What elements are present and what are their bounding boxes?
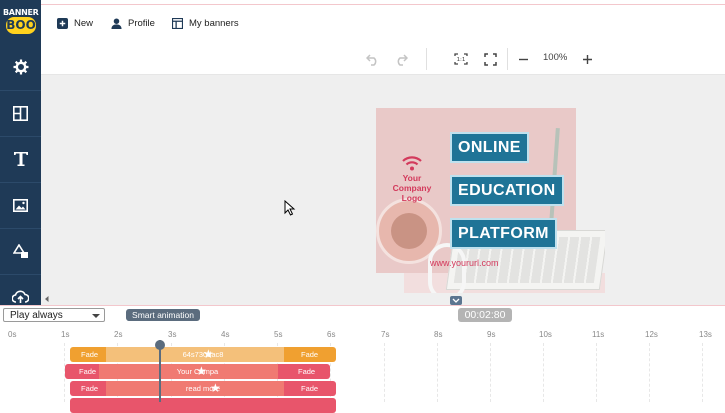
ruler-tick: 8s	[434, 330, 443, 339]
nav-new-button[interactable]: New	[57, 16, 93, 30]
shapes-icon	[12, 243, 28, 258]
actual-size-button[interactable]: 1:1	[453, 51, 469, 67]
undo-icon	[366, 54, 377, 66]
ruler-tick: 13s	[699, 330, 712, 339]
fade-out-label: Fade	[301, 384, 319, 393]
track-bar[interactable]: Fade 64s730dac8 ★ Fade	[70, 347, 336, 362]
plus-icon	[582, 54, 592, 64]
toolbar-divider	[507, 48, 508, 70]
collapse-timeline-button[interactable]	[450, 296, 462, 305]
undo-button[interactable]	[365, 51, 381, 67]
layout-icon	[172, 17, 183, 29]
headline-online[interactable]: ONLINE	[450, 132, 529, 163]
nav-my-banners-label: My banners	[189, 17, 239, 29]
chevron-down-icon	[92, 314, 100, 318]
top-bar	[0, 0, 725, 45]
ruler-tick: 0s	[8, 330, 17, 339]
canvas-scrollbar[interactable]	[41, 292, 725, 305]
svg-text:1:1: 1:1	[457, 57, 466, 63]
ruler-tick: 9s	[487, 330, 496, 339]
ruler-tick: 5s	[274, 330, 283, 339]
sidebar-item-images[interactable]	[0, 182, 41, 229]
sidebar-item-layouts[interactable]	[0, 90, 41, 137]
ruler-tick: 7s	[381, 330, 390, 339]
logo-text-bottom: BOO	[6, 17, 36, 34]
minus-icon	[518, 58, 528, 60]
grid-icon	[13, 105, 28, 121]
fullscreen-icon	[483, 52, 497, 66]
gear-icon	[13, 59, 28, 75]
cloud-upload-icon	[12, 290, 29, 303]
timeline-tracks: Fade 64s730dac8 ★ Fade Fade Your Compa ★…	[0, 343, 725, 413]
logo-text-top: BANNER	[3, 8, 39, 17]
redo-button[interactable]	[393, 51, 409, 67]
sidebar-item-text[interactable]	[0, 136, 41, 183]
ruler-tick: 3s	[168, 330, 177, 339]
one-to-one-icon: 1:1	[454, 53, 468, 65]
text-icon	[13, 152, 28, 166]
logo-line-2: Company	[392, 183, 432, 193]
redo-icon	[397, 54, 408, 66]
toolbar-divider	[426, 48, 427, 70]
playhead-handle[interactable]	[155, 340, 165, 350]
nav-new-label: New	[74, 17, 94, 29]
fade-out-label: Fade	[298, 367, 316, 376]
image-icon	[13, 198, 28, 212]
nav-my-banners-button[interactable]: My banners	[172, 16, 239, 30]
chevron-down-icon	[452, 298, 460, 303]
ruler-tick: 10s	[539, 330, 552, 339]
ruler-tick: 6s	[327, 330, 336, 339]
sidebar-item-shapes[interactable]	[0, 228, 41, 275]
zoom-level: 100%	[543, 52, 568, 63]
plus-square-icon	[57, 17, 68, 29]
sidebar-item-settings[interactable]	[0, 44, 41, 91]
headline-education[interactable]: EDUCATION	[450, 175, 564, 206]
play-mode-value: Play always	[10, 310, 63, 321]
ruler-tick: 2s	[114, 330, 123, 339]
mouse-cursor-icon	[284, 200, 296, 216]
timeline-controls	[0, 305, 725, 328]
scroll-left-icon	[45, 296, 49, 302]
ruler-tick: 1s	[61, 330, 70, 339]
banner-url[interactable]: www.yoururl.com	[430, 258, 499, 268]
wifi-icon	[402, 156, 422, 171]
fade-out-label: Fade	[301, 350, 319, 359]
track-bar[interactable]: Fade read more ★ Fade	[70, 381, 336, 396]
play-mode-select[interactable]: Play always	[3, 308, 105, 322]
top-divider	[41, 4, 725, 5]
headphones-image	[428, 243, 466, 293]
fit-screen-button[interactable]	[482, 51, 498, 67]
nav-profile-label: Profile	[128, 17, 155, 29]
smart-animation-button[interactable]: Smart animation	[126, 309, 200, 321]
star-icon[interactable]: ★	[203, 348, 214, 361]
track-bar[interactable]	[70, 398, 336, 413]
headline-platform[interactable]: PLATFORM	[450, 218, 557, 249]
app-logo[interactable]: BANNER BOO	[0, 0, 41, 44]
ruler-tick: 4s	[221, 330, 230, 339]
ruler-tick: 12s	[645, 330, 658, 339]
company-logo-placeholder[interactable]: Your Company Logo	[388, 156, 436, 203]
ruler-tick: 11s	[592, 330, 605, 339]
logo-line-3: Logo	[401, 193, 423, 203]
zoom-out-button[interactable]	[515, 51, 531, 67]
canvas-toolbar: 1:1 100%	[41, 44, 725, 75]
track-bar[interactable]: Fade Your Compa ★ Fade	[65, 364, 330, 379]
banner-preview[interactable]: Your Company Logo ONLINE EDUCATION PLATF…	[376, 108, 605, 293]
track-label: read more	[185, 384, 221, 393]
timeline-ruler[interactable]: 0s 1s 2s 3s 4s 5s 6s 7s 8s 9s 10s 11s 12…	[0, 327, 725, 344]
user-icon	[111, 17, 122, 29]
nav-profile-button[interactable]: Profile	[111, 16, 155, 30]
star-icon[interactable]: ★	[210, 382, 221, 395]
star-icon[interactable]: ★	[196, 365, 207, 378]
logo-line-1: Your	[402, 173, 422, 183]
current-time: 00:02:80	[458, 308, 512, 322]
zoom-in-button[interactable]	[579, 51, 595, 67]
sidebar	[0, 44, 41, 305]
